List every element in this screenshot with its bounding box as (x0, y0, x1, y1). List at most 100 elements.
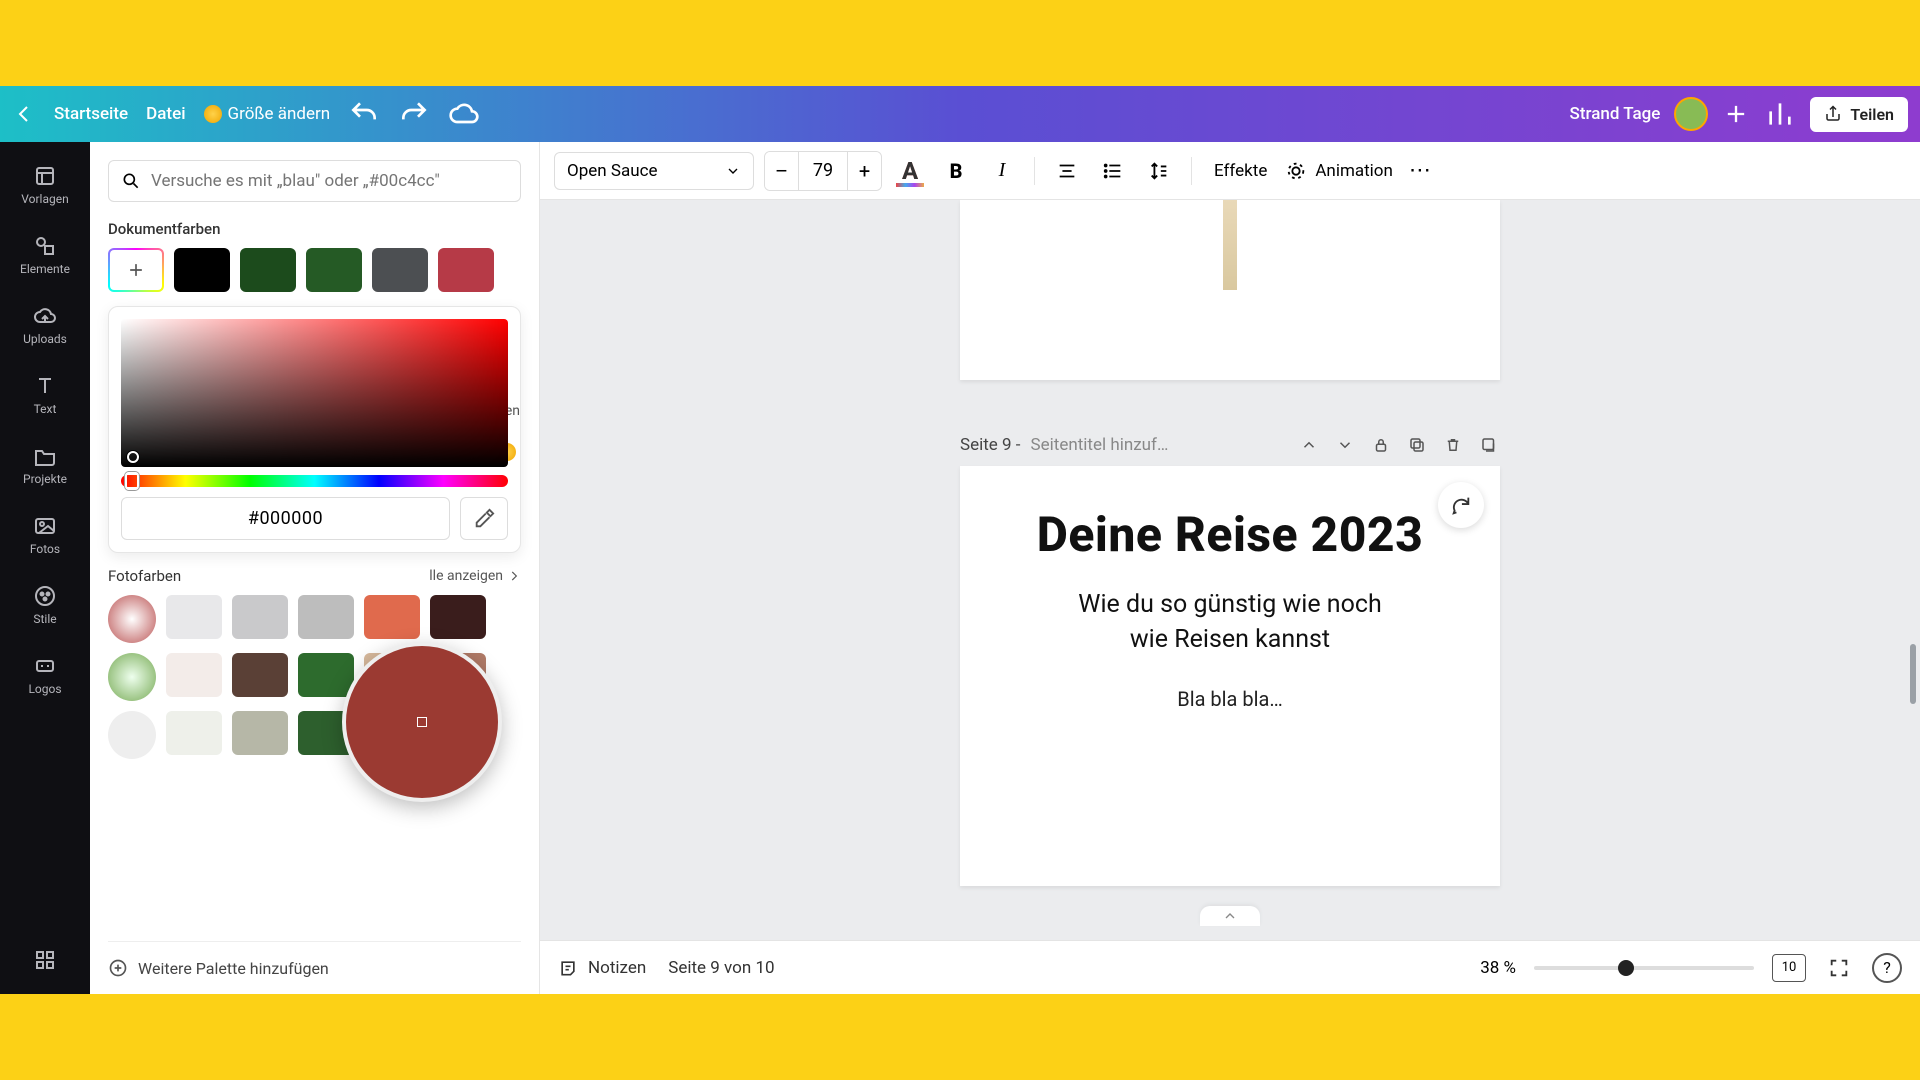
doc-swatch-4[interactable] (372, 248, 428, 292)
hue-slider[interactable] (121, 475, 508, 487)
rail-styles[interactable]: Stile (6, 574, 84, 636)
sv-gradient[interactable] (121, 319, 508, 467)
color-search-input[interactable] (151, 171, 508, 191)
italic-button[interactable]: I (984, 153, 1020, 189)
resize-button[interactable]: Größe ändern (204, 104, 331, 124)
photo-show-all-label: lle anzeigen (429, 568, 503, 584)
font-name: Open Sauce (567, 161, 658, 181)
rail-uploads[interactable]: Uploads (6, 294, 84, 356)
rail-photos[interactable]: Fotos (6, 504, 84, 566)
eyedropper-magnifier[interactable] (342, 642, 502, 802)
redo-button[interactable] (398, 98, 430, 130)
photo-swatch-2-3[interactable] (298, 653, 354, 697)
page-9-meta: Seite 9 - Seitentitel hinzuf… (960, 434, 1500, 456)
page-8-partial[interactable] (960, 200, 1500, 380)
notes-button[interactable]: Notizen (558, 958, 646, 978)
undo-button[interactable] (348, 98, 380, 130)
spacing-button[interactable] (1141, 153, 1177, 189)
font-size-input[interactable] (799, 152, 847, 190)
font-size-stepper[interactable]: – + (764, 151, 882, 191)
rail-text[interactable]: Text (6, 364, 84, 426)
canvas-area: Open Sauce – + A B I (540, 142, 1920, 994)
regenerate-fab[interactable] (1438, 482, 1484, 528)
text-toolbar: Open Sauce – + A B I (540, 142, 1920, 200)
rail-projects-label: Projekte (23, 472, 67, 486)
photo-show-all[interactable]: lle anzeigen (429, 568, 521, 584)
rail-templates-label: Vorlagen (21, 192, 68, 206)
rail-logos[interactable]: Logos (6, 644, 84, 706)
resize-label: Größe ändern (228, 104, 331, 124)
doc-swatch-5[interactable] (438, 248, 494, 292)
page-lock[interactable] (1370, 434, 1392, 456)
text-color-button[interactable]: A (892, 153, 928, 189)
back-button[interactable] (12, 102, 36, 126)
photo-swatch-2-1[interactable] (166, 653, 222, 697)
page-delete[interactable] (1442, 434, 1464, 456)
toolbar-more[interactable]: ⋯ (1403, 158, 1439, 183)
photo-thumb-2[interactable] (108, 653, 156, 701)
photo-swatch-1-5[interactable] (430, 595, 486, 639)
insights-button[interactable] (1764, 98, 1796, 130)
share-button[interactable]: Teilen (1810, 97, 1908, 132)
photo-swatch-1-2[interactable] (232, 595, 288, 639)
photo-swatch-3-1[interactable] (166, 711, 222, 755)
animation-button[interactable]: Animation (1285, 160, 1393, 182)
hex-input[interactable] (121, 497, 450, 540)
document-title[interactable]: Strand Tage (1570, 104, 1661, 124)
page-move-down[interactable] (1334, 434, 1356, 456)
sv-cursor[interactable] (127, 451, 139, 463)
help-button[interactable]: ? (1872, 953, 1902, 983)
magnifier-target (417, 717, 427, 727)
align-button[interactable] (1049, 153, 1085, 189)
photo-swatch-3-2[interactable] (232, 711, 288, 755)
zoom-slider[interactable] (1534, 966, 1754, 970)
page-counter[interactable]: Seite 9 von 10 (668, 958, 774, 978)
page-subheading[interactable]: Wie du so günstig wie noch wie Reisen ka… (996, 587, 1464, 657)
page-index-label: Seite 9 - (960, 435, 1021, 455)
font-size-decrease[interactable]: – (765, 152, 799, 190)
rail-more[interactable] (6, 938, 84, 982)
cloud-sync-icon[interactable] (448, 98, 480, 130)
eyedropper-button[interactable] (460, 497, 508, 540)
grid-view-button[interactable]: 10 (1772, 954, 1806, 982)
rail-projects[interactable]: Projekte (6, 434, 84, 496)
page-9[interactable]: Deine Reise 2023 Wie du so günstig wie n… (960, 466, 1500, 886)
hue-cursor[interactable] (125, 472, 139, 490)
photo-swatch-1-4[interactable] (364, 595, 420, 639)
photo-thumb-1[interactable] (108, 595, 156, 643)
file-menu[interactable]: Datei (146, 104, 185, 124)
effects-button[interactable]: Effekte (1206, 155, 1275, 187)
pages-scroll[interactable]: Seite 9 - Seitentitel hinzuf… (540, 200, 1920, 940)
page-move-up[interactable] (1298, 434, 1320, 456)
photo-thumb-3[interactable] (108, 711, 156, 759)
page-body-text[interactable]: Bla bla bla… (996, 687, 1464, 711)
doc-swatch-3[interactable] (306, 248, 362, 292)
add-color-button[interactable] (108, 248, 164, 292)
rail-templates[interactable]: Vorlagen (6, 154, 84, 216)
photo-swatch-1-3[interactable] (298, 595, 354, 639)
photo-swatch-1-1[interactable] (166, 595, 222, 639)
rail-elements-label: Elemente (20, 262, 70, 276)
zoom-knob[interactable] (1618, 960, 1634, 976)
avatar[interactable] (1674, 97, 1708, 131)
color-search[interactable] (108, 160, 521, 202)
scrollbar-thumb[interactable] (1910, 644, 1916, 704)
page-title-placeholder[interactable]: Seitentitel hinzuf… (1031, 435, 1169, 455)
fullscreen-button[interactable] (1824, 953, 1854, 983)
bold-button[interactable]: B (938, 153, 974, 189)
page-expand-tab[interactable] (1200, 906, 1260, 926)
font-select[interactable]: Open Sauce (554, 152, 754, 190)
page-duplicate[interactable] (1406, 434, 1428, 456)
page-add[interactable] (1478, 434, 1500, 456)
font-size-increase[interactable]: + (847, 152, 881, 190)
home-link[interactable]: Startseite (54, 104, 128, 124)
add-member-button[interactable] (1722, 100, 1750, 128)
doc-swatch-1[interactable] (174, 248, 230, 292)
photo-swatch-2-2[interactable] (232, 653, 288, 697)
page-heading[interactable]: Deine Reise 2023 (996, 506, 1464, 563)
rail-uploads-label: Uploads (23, 332, 67, 346)
doc-swatch-2[interactable] (240, 248, 296, 292)
add-palette-button[interactable]: Weitere Palette hinzufügen (108, 941, 521, 994)
rail-elements[interactable]: Elemente (6, 224, 84, 286)
list-button[interactable] (1095, 153, 1131, 189)
